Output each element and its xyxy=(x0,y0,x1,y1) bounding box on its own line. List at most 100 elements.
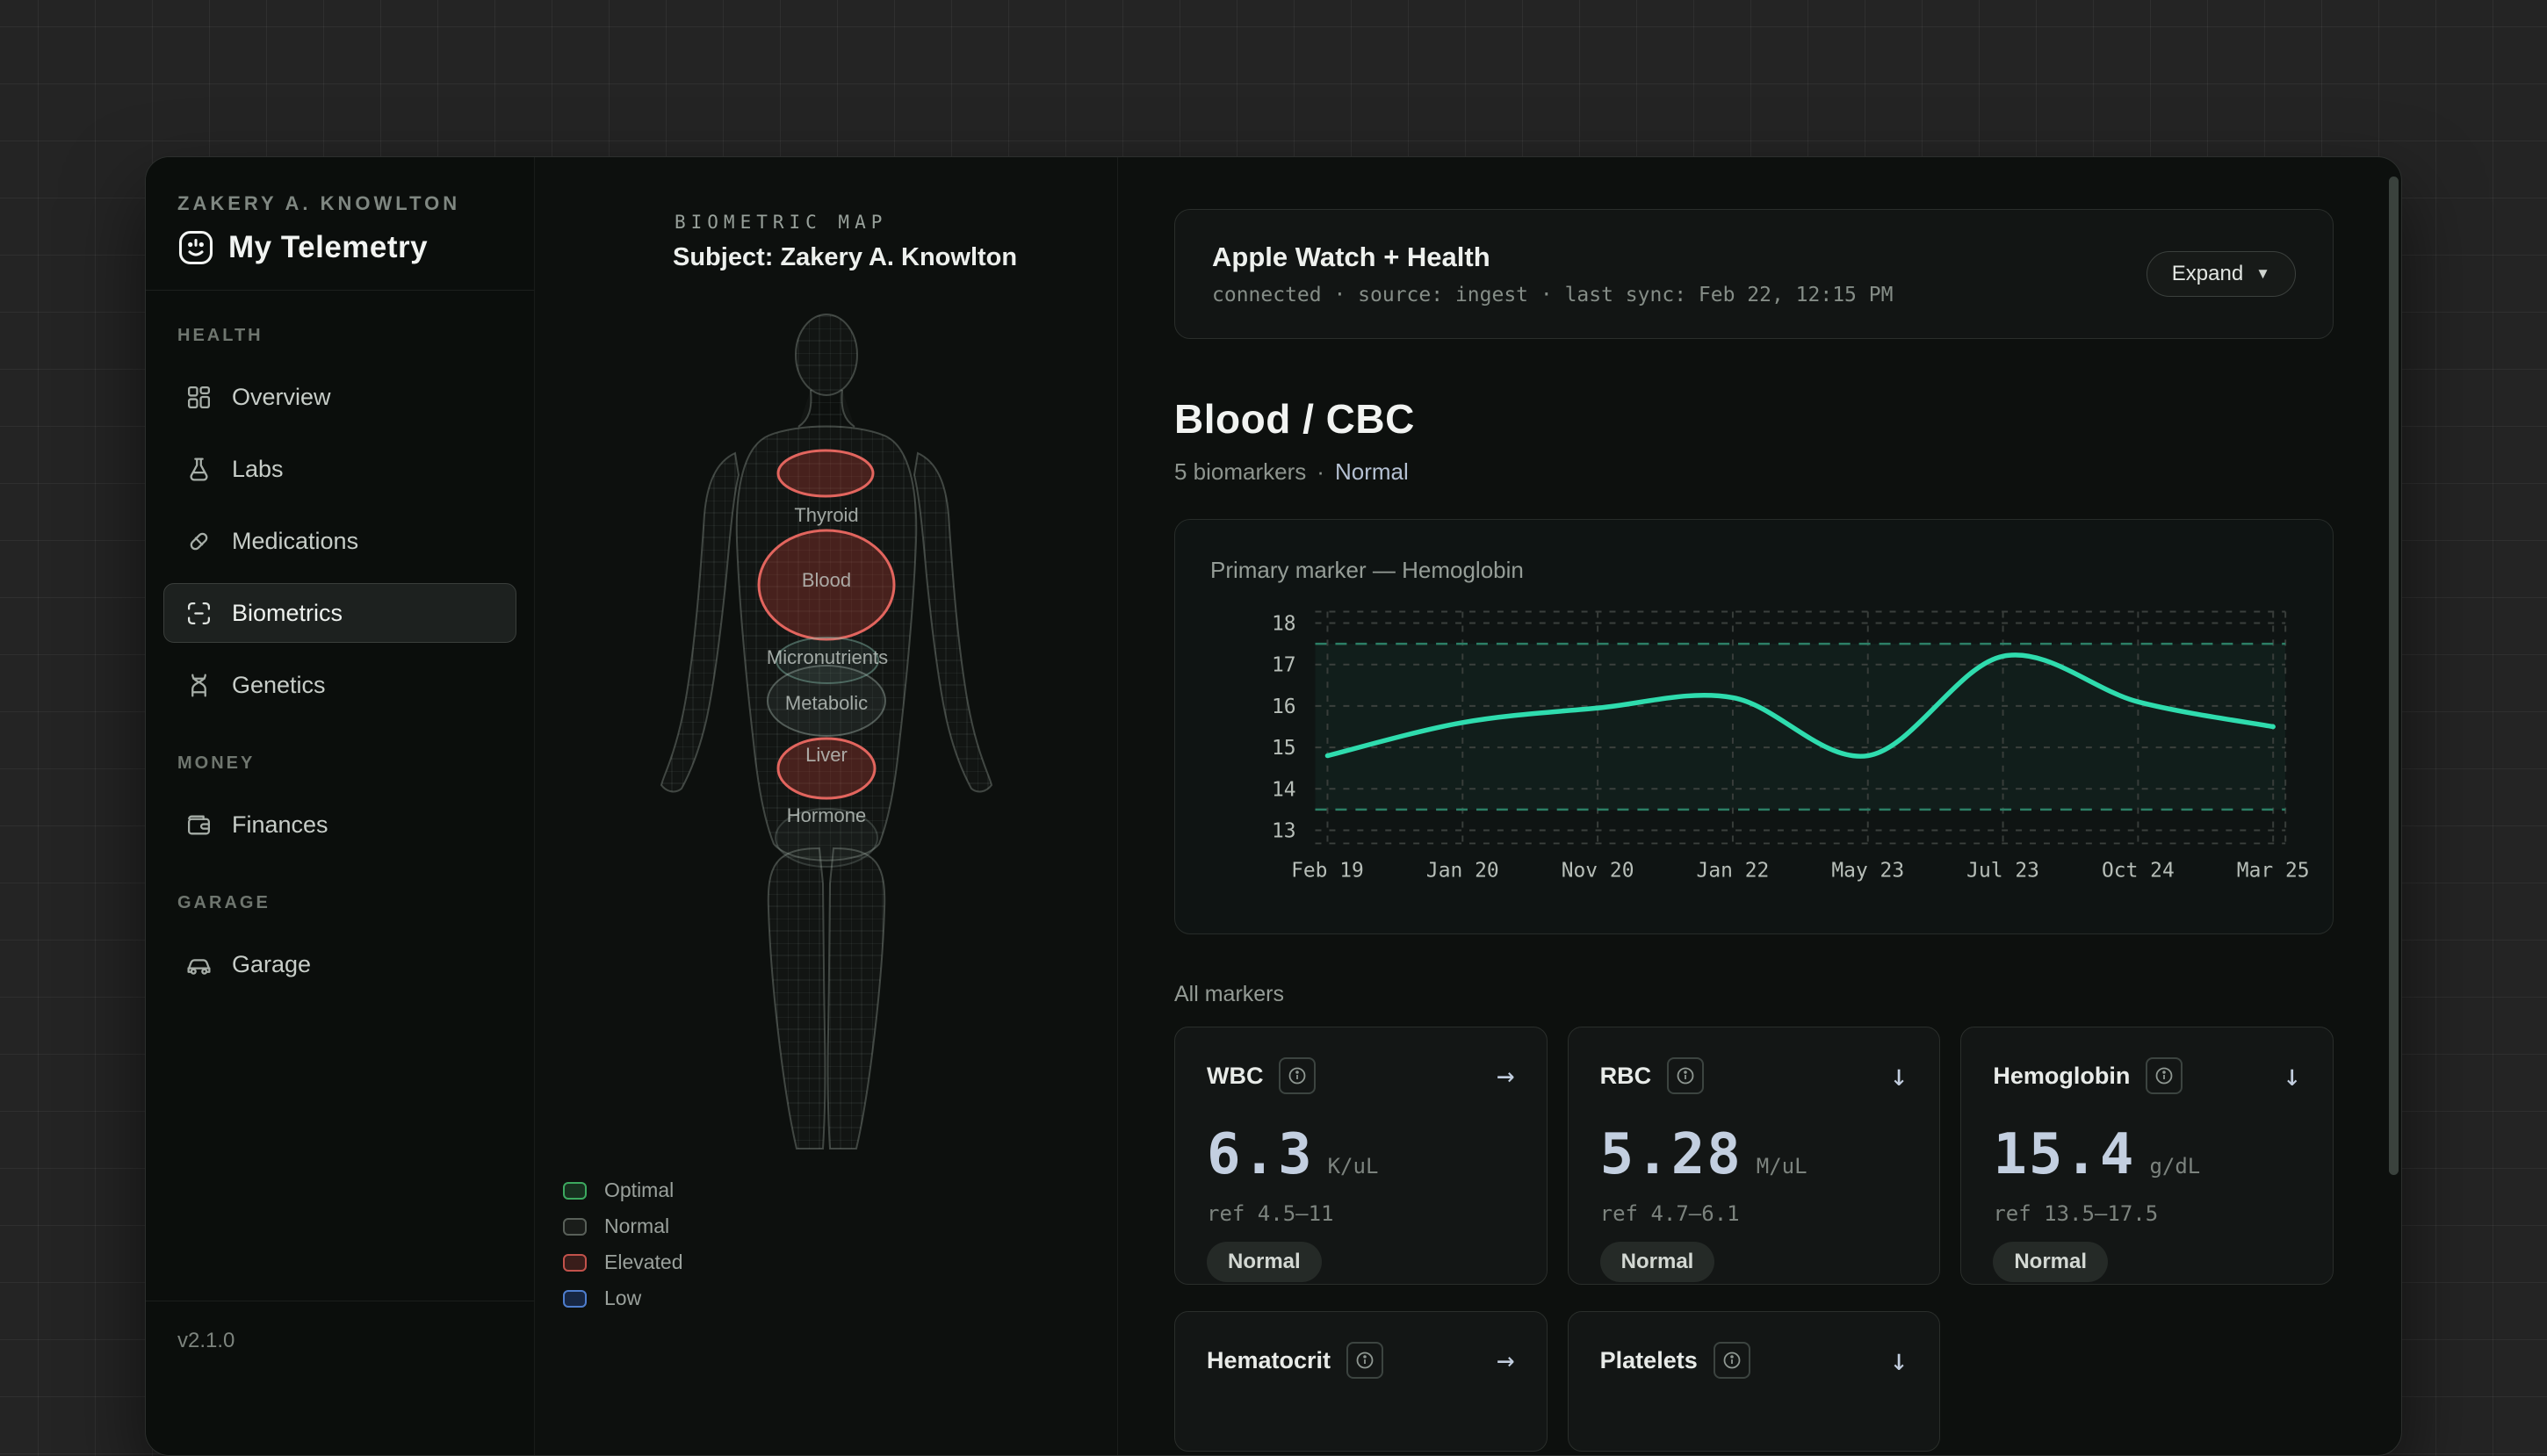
app-logo-smiley-icon xyxy=(177,229,214,266)
marker-value: 15.4 xyxy=(1993,1122,2135,1187)
region-label-metabolic: Metabolic xyxy=(785,692,868,714)
body-map-kicker: BIOMETRIC MAP xyxy=(675,212,1117,233)
sidebar-item-overview[interactable]: Overview xyxy=(163,367,516,427)
legend-row-low: Low xyxy=(563,1280,683,1316)
marker-card-hemoglobin[interactable]: Hemoglobin ↓ 15.4 g/dL ref 13.5–17.5 Nor… xyxy=(1960,1027,2334,1285)
sidebar-header: ZAKERY A. KNOWLTON My Telemetry xyxy=(146,157,534,291)
expand-label: Expand xyxy=(2172,262,2243,286)
page-subtitle: 5 biomarkers · Normal xyxy=(1174,458,2334,486)
legend-label: Normal xyxy=(604,1215,669,1238)
trend-down-icon: ↓ xyxy=(1890,1058,1908,1093)
source-title: Apple Watch + Health xyxy=(1212,241,1893,273)
region-label-blood: Blood xyxy=(802,569,851,591)
marker-cards-row2: Hematocrit → Platelets ↓ xyxy=(1174,1311,2334,1452)
sidebar-nav: HEALTH Overview Labs xyxy=(146,291,534,994)
marker-card-rbc[interactable]: RBC ↓ 5.28 M/uL ref 4.7–6.1 Normal xyxy=(1568,1027,1941,1285)
hemoglobin-chart-card: Primary marker — Hemoglobin 181716151413… xyxy=(1174,519,2334,934)
nav-section-health: HEALTH xyxy=(177,326,516,346)
sidebar-item-garage[interactable]: Garage xyxy=(163,934,516,994)
legend-row-optimal: Optimal xyxy=(563,1172,683,1208)
marker-value: 5.28 xyxy=(1600,1122,1742,1187)
region-label-thyroid: Thyroid xyxy=(794,504,858,526)
info-icon[interactable] xyxy=(1667,1057,1704,1094)
trend-right-icon: → xyxy=(1497,1343,1514,1378)
scrollbar-track[interactable] xyxy=(2388,157,2399,1455)
y-axis-tick-label: 13 xyxy=(1272,819,1296,842)
marker-name: RBC xyxy=(1600,1063,1652,1090)
grid-icon xyxy=(185,384,213,411)
marker-name: Platelets xyxy=(1600,1347,1698,1374)
region-thyroid[interactable] xyxy=(778,450,873,496)
source-meta: connected · source: ingest · last sync: … xyxy=(1212,284,1893,306)
hemoglobin-line-chart[interactable]: 181716151413Feb 19Jan 20Nov 20Jan 22May … xyxy=(1175,520,2333,933)
x-axis-tick-label: Jul 23 xyxy=(1966,859,2039,882)
trend-down-icon: ↓ xyxy=(2284,1058,2301,1093)
dna-icon xyxy=(185,672,213,699)
marker-card-hematocrit[interactable]: Hematocrit → xyxy=(1174,1311,1548,1452)
nav-section-money: MONEY xyxy=(177,753,516,774)
sidebar-item-label: Biometrics xyxy=(232,600,343,627)
y-axis-tick-label: 14 xyxy=(1272,778,1296,801)
sidebar-item-medications[interactable]: Medications xyxy=(163,511,516,571)
sidebar-item-label: Garage xyxy=(232,951,311,978)
page-title: Blood / CBC xyxy=(1174,395,2334,443)
info-icon[interactable] xyxy=(1279,1057,1316,1094)
y-axis-tick-label: 18 xyxy=(1272,612,1296,635)
sidebar-item-label: Medications xyxy=(232,528,358,555)
y-axis-tick-label: 17 xyxy=(1272,654,1296,677)
legend-label: Optimal xyxy=(604,1178,674,1202)
legend-swatch-elevated xyxy=(563,1254,587,1272)
body-map-subject: Subject: Zakery A. Knowlton xyxy=(673,243,1117,272)
expand-button[interactable]: Expand ▼ xyxy=(2147,251,2296,297)
x-axis-tick-label: Feb 19 xyxy=(1291,859,1364,882)
body-map-panel: BIOMETRIC MAP Subject: Zakery A. Knowlto… xyxy=(535,157,1118,1455)
marker-card-wbc[interactable]: WBC → 6.3 K/uL ref 4.5–11 Normal xyxy=(1174,1027,1548,1285)
sidebar-item-label: Finances xyxy=(232,811,328,839)
marker-ref-range: ref 4.5–11 xyxy=(1207,1201,1515,1226)
overall-status: Normal xyxy=(1335,458,1409,486)
biomarker-count: 5 biomarkers xyxy=(1174,458,1306,486)
wallet-icon xyxy=(185,811,213,839)
main-content: Apple Watch + Health connected · source:… xyxy=(1118,157,2401,1455)
marker-name: Hematocrit xyxy=(1207,1347,1331,1374)
sidebar-item-labs[interactable]: Labs xyxy=(163,439,516,499)
marker-cards-row1: WBC → 6.3 K/uL ref 4.5–11 Normal RBC xyxy=(1174,1027,2334,1285)
marker-name: WBC xyxy=(1207,1063,1263,1090)
marker-card-platelets[interactable]: Platelets ↓ xyxy=(1568,1311,1941,1452)
legend-label: Low xyxy=(604,1287,641,1310)
nav-section-garage: GARAGE xyxy=(177,893,516,913)
sidebar-item-finances[interactable]: Finances xyxy=(163,795,516,854)
scrollbar-thumb[interactable] xyxy=(2389,177,2399,1175)
legend-row-normal: Normal xyxy=(563,1208,683,1244)
user-name: ZAKERY A. KNOWLTON xyxy=(177,192,502,215)
sidebar-item-label: Overview xyxy=(232,384,331,411)
sidebar-item-label: Labs xyxy=(232,456,284,483)
y-axis-tick-label: 15 xyxy=(1272,737,1296,760)
region-label-hormone: Hormone xyxy=(787,804,866,826)
sidebar: ZAKERY A. KNOWLTON My Telemetry HEALTH xyxy=(146,157,535,1455)
sidebar-item-genetics[interactable]: Genetics xyxy=(163,655,516,715)
status-badge: Normal xyxy=(1600,1242,1715,1282)
marker-value: 6.3 xyxy=(1207,1122,1314,1187)
scan-icon xyxy=(185,600,213,627)
legend-swatch-low xyxy=(563,1290,587,1308)
app-window: ZAKERY A. KNOWLTON My Telemetry HEALTH xyxy=(145,156,2402,1456)
app-title: My Telemetry xyxy=(228,230,428,265)
body-map-legend: Optimal Normal Elevated Low xyxy=(563,1172,683,1316)
status-badge: Normal xyxy=(1993,1242,2108,1282)
car-icon xyxy=(185,951,213,978)
legend-label: Elevated xyxy=(604,1251,683,1274)
trend-down-icon: ↓ xyxy=(1890,1343,1908,1378)
x-axis-tick-label: Nov 20 xyxy=(1562,859,1634,882)
all-markers-label: All markers xyxy=(1174,982,2334,1007)
marker-unit: M/uL xyxy=(1757,1154,1807,1178)
x-axis-tick-label: Jan 20 xyxy=(1426,859,1499,882)
pill-icon xyxy=(185,528,213,555)
marker-ref-range: ref 4.7–6.1 xyxy=(1600,1201,1908,1226)
flask-icon xyxy=(185,456,213,483)
sidebar-item-biometrics[interactable]: Biometrics xyxy=(163,583,516,643)
marker-unit: K/uL xyxy=(1328,1154,1379,1178)
sidebar-item-label: Genetics xyxy=(232,672,326,699)
info-icon[interactable] xyxy=(2146,1057,2183,1094)
marker-name: Hemoglobin xyxy=(1993,1063,2130,1090)
